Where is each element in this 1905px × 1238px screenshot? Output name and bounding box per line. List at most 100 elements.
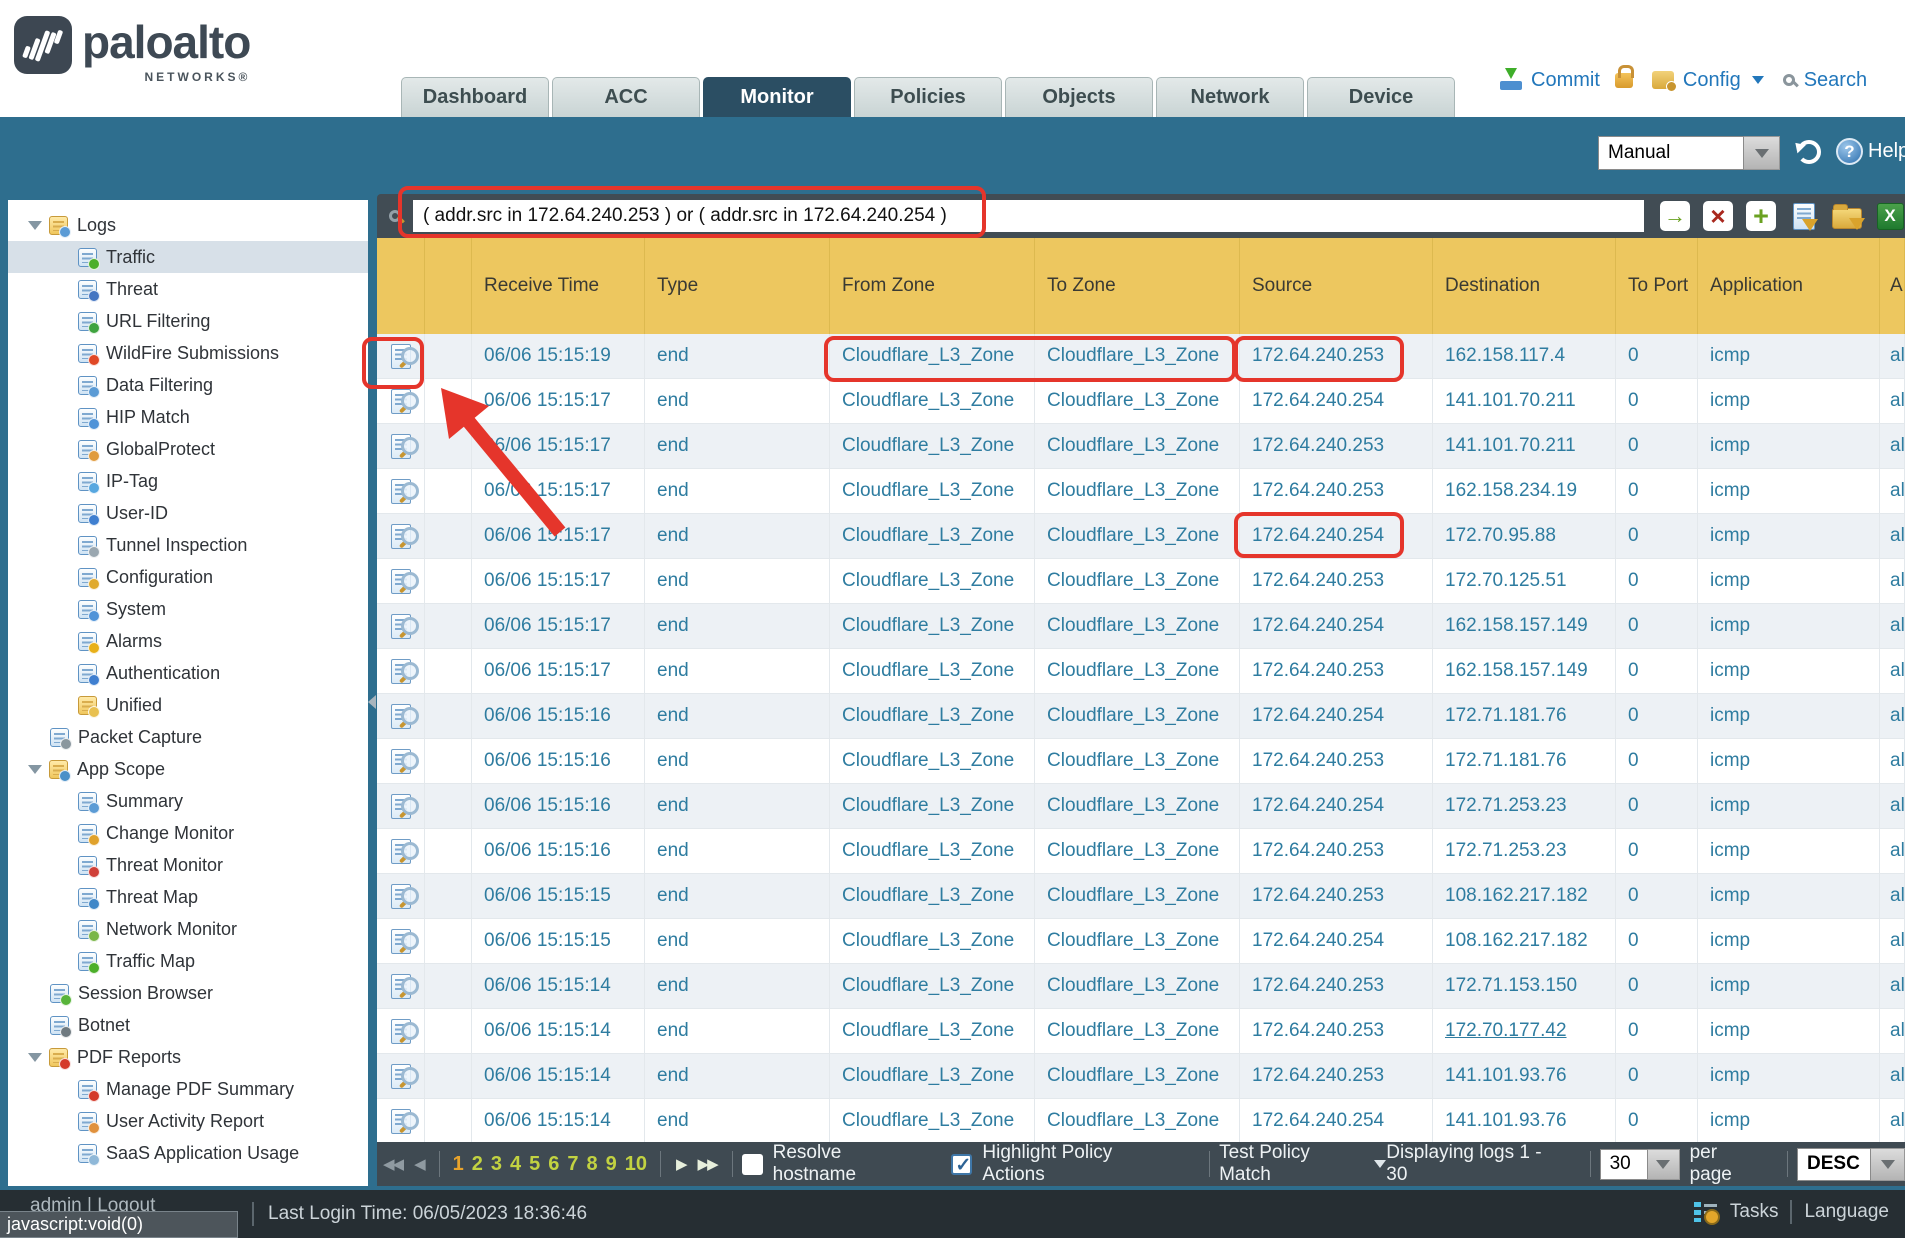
sidebar-item[interactable]: Alarms [8, 625, 368, 657]
cell-source[interactable]: 172.64.240.254 [1240, 694, 1433, 738]
highlight-policy-label[interactable]: Highlight Policy Actions [982, 1142, 1178, 1186]
page-number[interactable]: 1 [453, 1153, 464, 1176]
last-page-button[interactable]: ▶▶ [698, 1155, 717, 1173]
page-number[interactable]: 4 [510, 1153, 521, 1176]
col-application[interactable]: Application [1698, 238, 1880, 334]
sidebar-item[interactable]: WildFire Submissions [8, 337, 368, 369]
log-detail-icon[interactable] [391, 974, 411, 999]
cell-application[interactable]: icmp [1698, 469, 1880, 513]
per-page-dropdown-button[interactable] [1648, 1149, 1680, 1180]
sidebar-item[interactable]: Authentication [8, 657, 368, 689]
cell-source[interactable]: 172.64.240.253 [1240, 469, 1433, 513]
cell-to-zone[interactable]: Cloudflare_L3_Zone [1035, 1054, 1240, 1098]
tree-expand-icon[interactable] [28, 765, 42, 774]
cell-to-zone[interactable]: Cloudflare_L3_Zone [1035, 964, 1240, 1008]
cell-application[interactable]: icmp [1698, 334, 1880, 378]
col-action[interactable]: A [1880, 238, 1905, 334]
tree-expand-icon[interactable] [28, 221, 42, 230]
cell-source[interactable]: 172.64.240.253 [1240, 559, 1433, 603]
cell-application[interactable]: icmp [1698, 1009, 1880, 1053]
cell-destination[interactable]: 141.101.70.211 [1445, 390, 1576, 412]
cell-source[interactable]: 172.64.240.253 [1240, 739, 1433, 783]
cell-to-zone[interactable]: Cloudflare_L3_Zone [1035, 334, 1240, 378]
cell-from-zone[interactable]: Cloudflare_L3_Zone [830, 919, 1035, 963]
page-number[interactable]: 6 [548, 1153, 559, 1176]
cell-destination[interactable]: 108.162.217.182 [1445, 885, 1588, 907]
cell-to-zone[interactable]: Cloudflare_L3_Zone [1035, 874, 1240, 918]
refresh-mode-dropdown-button[interactable] [1744, 136, 1780, 170]
cell-to-zone[interactable]: Cloudflare_L3_Zone [1035, 469, 1240, 513]
sidebar-item[interactable]: System [8, 593, 368, 625]
cell-from-zone[interactable]: Cloudflare_L3_Zone [830, 739, 1035, 783]
log-detail-icon[interactable] [391, 659, 411, 684]
cell-destination[interactable]: 172.71.253.23 [1445, 840, 1567, 862]
cell-to-zone[interactable]: Cloudflare_L3_Zone [1035, 919, 1240, 963]
nav-tab[interactable]: ACC [552, 77, 700, 117]
log-detail-icon[interactable] [391, 344, 411, 369]
sidebar-item[interactable]: App Scope [8, 753, 368, 785]
cell-application[interactable]: icmp [1698, 784, 1880, 828]
col-type[interactable]: Type [645, 238, 830, 334]
tree-expand-icon[interactable] [28, 1053, 42, 1062]
cell-application[interactable]: icmp [1698, 559, 1880, 603]
cell-from-zone[interactable]: Cloudflare_L3_Zone [830, 379, 1035, 423]
cell-destination[interactable]: 162.158.157.149 [1445, 660, 1588, 682]
cell-application[interactable]: icmp [1698, 379, 1880, 423]
cell-from-zone[interactable]: Cloudflare_L3_Zone [830, 649, 1035, 693]
sidebar-item[interactable]: Tunnel Inspection [8, 529, 368, 561]
cell-source[interactable]: 172.64.240.253 [1240, 874, 1433, 918]
next-page-button[interactable]: ▶ [676, 1155, 686, 1173]
lock-icon[interactable] [1615, 73, 1633, 88]
cell-application[interactable]: icmp [1698, 694, 1880, 738]
first-page-button[interactable]: ◀◀ [383, 1155, 402, 1173]
cell-from-zone[interactable]: Cloudflare_L3_Zone [830, 469, 1035, 513]
log-detail-icon[interactable] [391, 749, 411, 774]
cell-destination[interactable]: 162.158.157.149 [1445, 615, 1588, 637]
cell-to-zone[interactable]: Cloudflare_L3_Zone [1035, 424, 1240, 468]
nav-tab[interactable]: Network [1156, 77, 1304, 117]
sidebar-item[interactable]: User-ID [8, 497, 368, 529]
log-detail-icon[interactable] [391, 929, 411, 954]
cell-application[interactable]: icmp [1698, 604, 1880, 648]
sidebar-item[interactable]: Traffic [8, 241, 368, 273]
cell-source[interactable]: 172.64.240.254 [1240, 919, 1433, 963]
cell-to-zone[interactable]: Cloudflare_L3_Zone [1035, 829, 1240, 873]
export-csv-button[interactable]: X [1875, 201, 1905, 231]
sidebar-item[interactable]: Configuration [8, 561, 368, 593]
cell-from-zone[interactable]: Cloudflare_L3_Zone [830, 964, 1035, 1008]
commit-button[interactable]: Commit [1531, 69, 1600, 92]
cell-destination[interactable]: 172.70.125.51 [1445, 570, 1567, 592]
cell-source[interactable]: 172.64.240.253 [1240, 964, 1433, 1008]
page-number[interactable]: 10 [625, 1153, 647, 1176]
sidebar-item[interactable]: Botnet [8, 1009, 368, 1041]
page-number[interactable]: 3 [491, 1153, 502, 1176]
cell-to-zone[interactable]: Cloudflare_L3_Zone [1035, 514, 1240, 558]
sidebar-item[interactable]: User Activity Report [8, 1105, 368, 1137]
filter-query-input[interactable] [413, 200, 1644, 232]
search-button[interactable]: Search [1804, 69, 1867, 92]
cell-application[interactable]: icmp [1698, 964, 1880, 1008]
page-number[interactable]: 5 [529, 1153, 540, 1176]
cell-to-zone[interactable]: Cloudflare_L3_Zone [1035, 604, 1240, 648]
cell-to-zone[interactable]: Cloudflare_L3_Zone [1035, 649, 1240, 693]
language-button[interactable]: Language [1804, 1201, 1889, 1223]
tasks-button[interactable]: Tasks [1730, 1201, 1779, 1223]
cell-application[interactable]: icmp [1698, 649, 1880, 693]
cell-source[interactable]: 172.64.240.253 [1240, 649, 1433, 693]
cell-application[interactable]: icmp [1698, 424, 1880, 468]
filter-builder-button[interactable] [1789, 201, 1819, 231]
col-from-zone[interactable]: From Zone [830, 238, 1035, 334]
log-detail-icon[interactable] [391, 1109, 411, 1134]
cell-from-zone[interactable]: Cloudflare_L3_Zone [830, 829, 1035, 873]
sidebar-item[interactable]: Packet Capture [8, 721, 368, 753]
page-number[interactable]: 9 [606, 1153, 617, 1176]
nav-tab[interactable]: Monitor [703, 77, 851, 117]
log-detail-icon[interactable] [391, 434, 411, 459]
col-to-port[interactable]: To Port [1616, 238, 1698, 334]
cell-to-zone[interactable]: Cloudflare_L3_Zone [1035, 1009, 1240, 1053]
highlight-policy-checkbox[interactable] [951, 1154, 972, 1175]
sort-order-dropdown-button[interactable] [1871, 1148, 1905, 1181]
load-filter-button[interactable] [1832, 201, 1862, 231]
cell-from-zone[interactable]: Cloudflare_L3_Zone [830, 559, 1035, 603]
help-link[interactable]: Help [1868, 140, 1905, 163]
